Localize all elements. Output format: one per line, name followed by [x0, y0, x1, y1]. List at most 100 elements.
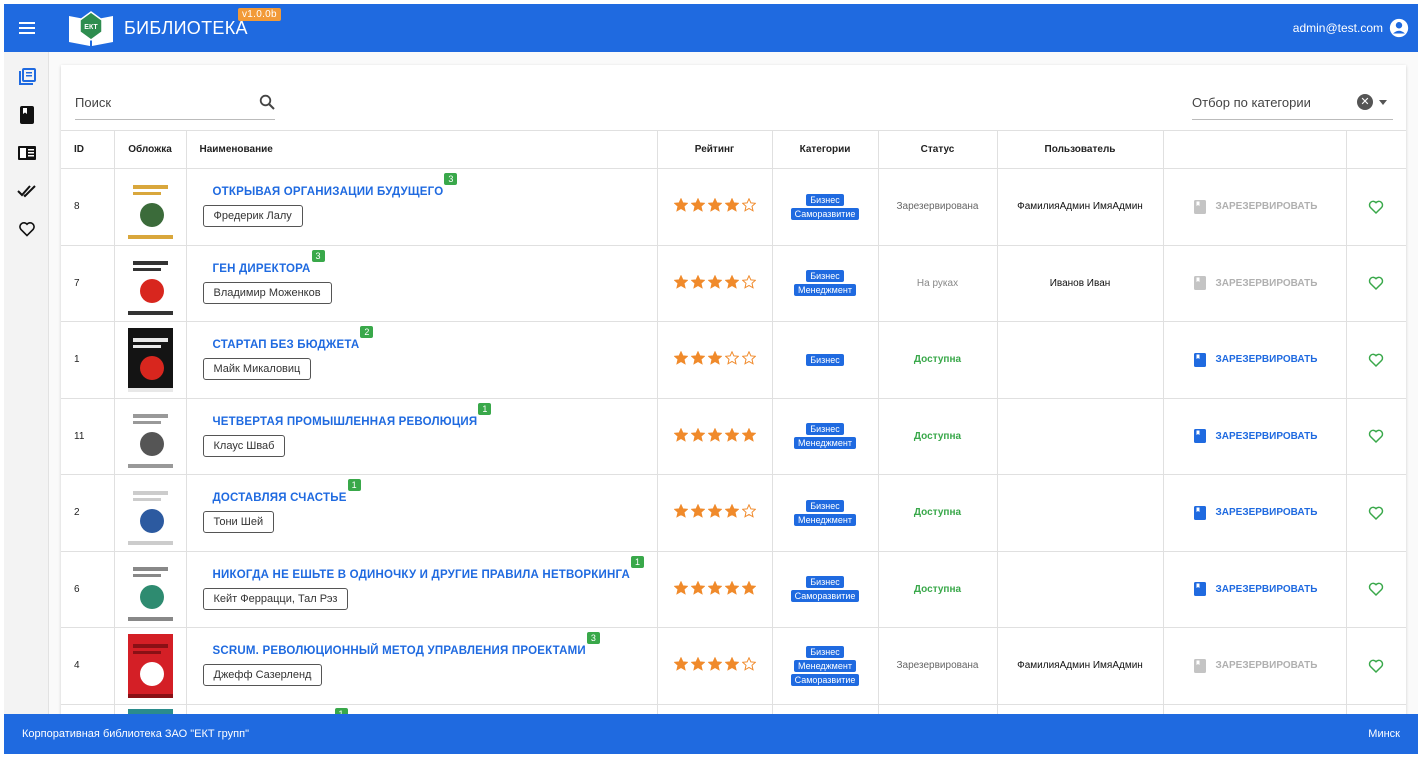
star-filled-icon[interactable]: [707, 274, 722, 289]
rating-stars[interactable]: [673, 274, 756, 289]
reserve-button[interactable]: ЗАРЕЗЕРВИРОВАТЬ: [1164, 429, 1346, 444]
star-filled-icon[interactable]: [673, 351, 688, 366]
star-filled-icon[interactable]: [690, 198, 705, 213]
favorite-icon[interactable]: [1368, 505, 1384, 521]
favorite-icon[interactable]: [1368, 581, 1384, 597]
author-chip[interactable]: Клаус Шваб: [202, 434, 286, 457]
header-status[interactable]: Статус: [878, 130, 998, 169]
table-row[interactable]: 6 НИКОГДА НЕ ЕШЬТЕ В ОДИНОЧКУ И ДРУГИЕ ПР…: [61, 551, 1406, 628]
author-chip[interactable]: Майк Микаловиц: [202, 358, 312, 381]
star-filled-icon[interactable]: [673, 580, 688, 595]
star-filled-icon[interactable]: [724, 504, 739, 519]
star-filled-icon[interactable]: [690, 274, 705, 289]
sidebar-item-done[interactable]: [4, 172, 49, 210]
star-filled-icon[interactable]: [707, 657, 722, 672]
book-title-link[interactable]: SCRUM. РЕВОЛЮЦИОННЫЙ МЕТОД УПРАВЛЕНИЯ ПР…: [203, 645, 586, 657]
book-title-link[interactable]: ЧЕТВЕРТАЯ ПРОМЫШЛЕННАЯ РЕВОЛЮЦИЯ: [203, 416, 478, 428]
user-menu[interactable]: admin@test.com: [1293, 17, 1410, 39]
category-chip[interactable]: Менеджмент: [794, 437, 856, 450]
rating-stars[interactable]: [673, 427, 756, 442]
menu-button[interactable]: [4, 4, 50, 52]
star-filled-icon[interactable]: [707, 427, 722, 442]
star-filled-icon[interactable]: [707, 580, 722, 595]
rating-stars[interactable]: [673, 580, 756, 595]
category-chip[interactable]: Менеджмент: [794, 513, 856, 526]
star-filled-icon[interactable]: [741, 427, 756, 442]
reserve-button[interactable]: ЗАРЕЗЕРВИРОВАТЬ: [1164, 199, 1346, 214]
favorite-icon[interactable]: [1368, 352, 1384, 368]
book-cover[interactable]: [127, 480, 173, 545]
star-filled-icon[interactable]: [690, 351, 705, 366]
sidebar-item-books[interactable]: [4, 58, 49, 96]
star-empty-icon[interactable]: [741, 198, 756, 213]
rating-stars[interactable]: [673, 198, 756, 213]
star-filled-icon[interactable]: [673, 198, 688, 213]
header-rating[interactable]: Рейтинг: [657, 130, 773, 169]
book-cover[interactable]: [127, 174, 173, 239]
sidebar-item-reader[interactable]: [4, 134, 49, 172]
star-empty-icon[interactable]: [724, 351, 739, 366]
category-chip[interactable]: Саморазвитие: [790, 207, 860, 220]
book-title-link[interactable]: ОТКРЫВАЯ ОРГАНИЗАЦИИ БУДУЩЕГО: [203, 186, 444, 198]
star-empty-icon[interactable]: [741, 504, 756, 519]
author-chip[interactable]: Тони Шей: [202, 511, 275, 534]
category-chip[interactable]: Менеджмент: [794, 284, 856, 297]
star-filled-icon[interactable]: [690, 657, 705, 672]
table-row[interactable]: 11 ЧЕТВЕРТАЯ ПРОМЫШЛЕННАЯ РЕВОЛЮЦИЯ 1 Клаус…: [61, 398, 1406, 475]
star-empty-icon[interactable]: [741, 274, 756, 289]
book-title-link[interactable]: СТАРТАП БЕЗ БЮДЖЕТА: [203, 339, 360, 351]
category-chip[interactable]: Бизнес: [806, 270, 844, 283]
book-cover[interactable]: [127, 404, 173, 469]
sidebar-item-book[interactable]: [4, 96, 49, 134]
star-filled-icon[interactable]: [741, 580, 756, 595]
reserve-button[interactable]: ЗАРЕЗЕРВИРОВАТЬ: [1164, 276, 1346, 291]
star-filled-icon[interactable]: [724, 657, 739, 672]
star-filled-icon[interactable]: [707, 351, 722, 366]
search-input[interactable]: [75, 94, 235, 110]
star-filled-icon[interactable]: [724, 198, 739, 213]
reserve-button[interactable]: ЗАРЕЗЕРВИРОВАТЬ: [1164, 658, 1346, 673]
table-row[interactable]: 4 SCRUM. РЕВОЛЮЦИОННЫЙ МЕТОД УПРАВЛЕНИЯ П…: [61, 627, 1406, 705]
favorite-icon[interactable]: [1368, 428, 1384, 444]
table-row[interactable]: 2 ДОСТАВЛЯЯ СЧАСТЬЕ 1 Тони Шей Бизнес Менеджм…: [61, 474, 1406, 552]
reserve-button[interactable]: ЗАРЕЗЕРВИРОВАТЬ: [1164, 582, 1346, 597]
table-row[interactable]: 8 ОТКРЫВАЯ ОРГАНИЗАЦИИ БУДУЩЕГО 3 Фредерик …: [61, 168, 1406, 246]
star-filled-icon[interactable]: [690, 580, 705, 595]
category-chip[interactable]: Бизнес: [806, 576, 844, 589]
star-empty-icon[interactable]: [741, 351, 756, 366]
author-chip[interactable]: Джефф Сазерленд: [202, 664, 323, 687]
table-row[interactable]: 7 ГЕН ДИРЕКТОРА 3 Владимир Моженков Бизнес Ме…: [61, 245, 1406, 322]
category-filter[interactable]: Отбор по категории ✕: [1192, 85, 1393, 120]
star-filled-icon[interactable]: [724, 274, 739, 289]
star-filled-icon[interactable]: [673, 657, 688, 672]
star-filled-icon[interactable]: [724, 427, 739, 442]
book-title-link[interactable]: ГЕН ДИРЕКТОРА: [203, 263, 311, 275]
category-chip[interactable]: Бизнес: [806, 645, 844, 658]
rating-stars[interactable]: [673, 351, 756, 366]
star-filled-icon[interactable]: [707, 504, 722, 519]
chevron-down-icon[interactable]: [1379, 99, 1387, 105]
rating-stars[interactable]: [673, 504, 756, 519]
header-name[interactable]: Наименование: [186, 130, 658, 169]
book-title-link[interactable]: НИКОГДА НЕ ЕШЬТЕ В ОДИНОЧКУ И ДРУГИЕ ПРА…: [203, 569, 630, 581]
table-row[interactable]: 1 СТАРТАП БЕЗ БЮДЖЕТА 2 Майк Микаловиц Бизне…: [61, 321, 1406, 399]
book-cover[interactable]: [127, 633, 173, 698]
book-cover[interactable]: [127, 557, 173, 622]
category-chip[interactable]: Саморазвитие: [790, 590, 860, 603]
book-title-link[interactable]: ДОСТАВЛЯЯ СЧАСТЬЕ: [203, 492, 347, 504]
reserve-button[interactable]: ЗАРЕЗЕРВИРОВАТЬ: [1164, 505, 1346, 520]
reserve-button[interactable]: ЗАРЕЗЕРВИРОВАТЬ: [1164, 352, 1346, 367]
category-chip[interactable]: Менеджмент: [794, 659, 856, 672]
category-chip[interactable]: Бизнес: [806, 193, 844, 206]
favorite-icon[interactable]: [1368, 275, 1384, 291]
author-chip[interactable]: Кейт Феррацци, Тал Рэз: [202, 587, 349, 610]
category-chip[interactable]: Бизнес: [806, 499, 844, 512]
star-filled-icon[interactable]: [673, 274, 688, 289]
logo[interactable]: ЕКТ: [66, 10, 116, 46]
search-icon[interactable]: [259, 94, 275, 110]
sidebar-item-favorites[interactable]: [4, 210, 49, 248]
author-chip[interactable]: Фредерик Лалу: [202, 205, 303, 228]
category-chip[interactable]: Бизнес: [806, 423, 844, 436]
star-filled-icon[interactable]: [673, 427, 688, 442]
category-chip[interactable]: Бизнес: [806, 353, 844, 366]
